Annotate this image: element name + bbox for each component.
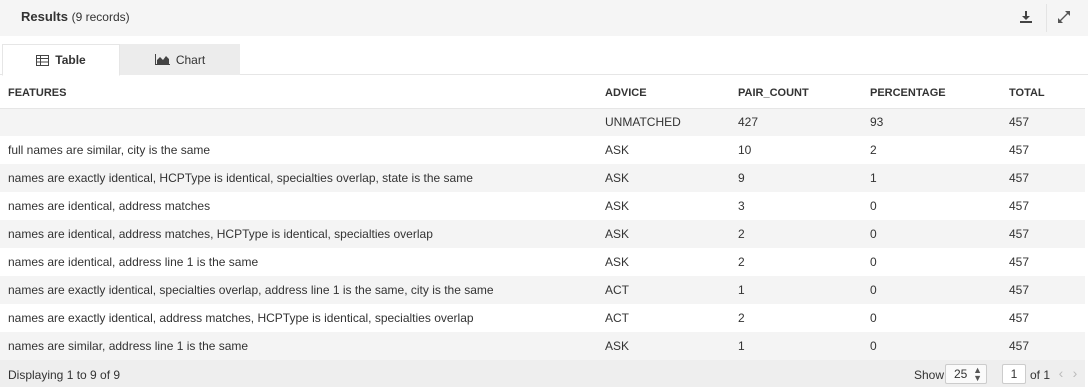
table-row: names are exactly identical, address mat…: [0, 304, 1085, 332]
previous-page-button[interactable]: ‹: [1055, 365, 1067, 383]
column-header-pair-count[interactable]: PAIR_COUNT: [732, 79, 864, 109]
cell-percentage: 0: [864, 248, 1003, 276]
cell-total: 457: [1003, 304, 1085, 332]
table-icon: [36, 54, 50, 66]
table-row: names are exactly identical, specialties…: [0, 276, 1085, 304]
chevron-right-icon: ›: [1072, 365, 1078, 381]
cell-advice: ASK: [601, 192, 732, 220]
cell-features: names are identical, address matches: [0, 192, 601, 220]
cell-pair-count: 10: [732, 136, 864, 164]
results-table: FEATURES ADVICE PAIR_COUNT PERCENTAGE TO…: [0, 79, 1085, 360]
cell-total: 457: [1003, 164, 1085, 192]
cell-pair-count: 427: [732, 108, 864, 136]
tab-table[interactable]: Table: [2, 44, 120, 76]
cell-pair-count: 1: [732, 276, 864, 304]
record-count: (9 records): [71, 10, 130, 24]
cell-total: 457: [1003, 108, 1085, 136]
cell-pair-count: 3: [732, 192, 864, 220]
cell-percentage: 0: [864, 220, 1003, 248]
cell-total: 457: [1003, 136, 1085, 164]
expand-icon: [1058, 11, 1070, 23]
table-row: names are exactly identical, HCPType is …: [0, 164, 1085, 192]
cell-total: 457: [1003, 192, 1085, 220]
cell-total: 457: [1003, 332, 1085, 360]
cell-features: [0, 108, 601, 136]
cell-percentage: 0: [864, 332, 1003, 360]
column-header-features[interactable]: FEATURES: [0, 79, 601, 109]
cell-pair-count: 9: [732, 164, 864, 192]
table-row: UNMATCHED 427 93 457: [0, 108, 1085, 136]
tab-chart-label: Chart: [175, 52, 206, 67]
cell-features: names are identical, address matches, HC…: [0, 220, 601, 248]
cell-advice: ACT: [601, 304, 732, 332]
cell-pair-count: 1: [732, 332, 864, 360]
cell-pair-count: 2: [732, 220, 864, 248]
cell-advice: ASK: [601, 136, 732, 164]
cell-percentage: 0: [864, 276, 1003, 304]
chevron-left-icon: ‹: [1058, 365, 1064, 381]
page-size-select[interactable]: 25 ▲ ▼: [945, 364, 987, 384]
cell-advice: ACT: [601, 276, 732, 304]
page-number-input[interactable]: 1: [1002, 364, 1026, 384]
cell-percentage: 0: [864, 192, 1003, 220]
cell-features: names are identical, address line 1 is t…: [0, 248, 601, 276]
cell-advice: ASK: [601, 332, 732, 360]
cell-percentage: 1: [864, 164, 1003, 192]
cell-features: names are exactly identical, specialties…: [0, 276, 601, 304]
expand-button[interactable]: [1049, 4, 1079, 30]
download-icon: [1020, 11, 1032, 23]
results-title-text: Results: [21, 9, 68, 24]
cell-features: names are exactly identical, HCPType is …: [0, 164, 601, 192]
cell-total: 457: [1003, 248, 1085, 276]
cell-advice: ASK: [601, 220, 732, 248]
cell-advice: ASK: [601, 248, 732, 276]
cell-percentage: 93: [864, 108, 1003, 136]
cell-total: 457: [1003, 220, 1085, 248]
column-header-advice[interactable]: ADVICE: [601, 79, 732, 109]
table-row: full names are similar, city is the same…: [0, 136, 1085, 164]
results-header: Results (9 records): [0, 0, 1088, 36]
page-total-label: of 1: [1030, 368, 1051, 382]
cell-total: 457: [1003, 276, 1085, 304]
cell-percentage: 2: [864, 136, 1003, 164]
show-label: Show: [914, 368, 945, 382]
cell-advice: UNMATCHED: [601, 108, 732, 136]
cell-percentage: 0: [864, 304, 1003, 332]
column-header-total[interactable]: TOTAL: [1003, 79, 1085, 109]
select-arrows-icon: ▲ ▼: [973, 365, 982, 383]
page-size-value: 25: [954, 367, 968, 381]
area-chart-icon: [154, 54, 170, 65]
table-header-row: FEATURES ADVICE PAIR_COUNT PERCENTAGE TO…: [0, 79, 1085, 109]
cell-features: full names are similar, city is the same: [0, 136, 601, 164]
tab-table-label: Table: [55, 53, 86, 67]
cell-features: names are exactly identical, address mat…: [0, 304, 601, 332]
table-row: names are identical, address matches, HC…: [0, 220, 1085, 248]
cell-pair-count: 2: [732, 304, 864, 332]
table-row: names are identical, address line 1 is t…: [0, 248, 1085, 276]
table-row: names are identical, address matches ASK…: [0, 192, 1085, 220]
cell-advice: ASK: [601, 164, 732, 192]
header-divider: [1046, 4, 1047, 32]
cell-pair-count: 2: [732, 248, 864, 276]
table-row: names are similar, address line 1 is the…: [0, 332, 1085, 360]
next-page-button[interactable]: ›: [1069, 365, 1081, 383]
cell-features: names are similar, address line 1 is the…: [0, 332, 601, 360]
results-title: Results (9 records): [21, 9, 130, 24]
displaying-text: Displaying 1 to 9 of 9: [8, 368, 121, 382]
column-header-percentage[interactable]: PERCENTAGE: [864, 79, 1003, 109]
pagination-footer: Displaying 1 to 9 of 9 Show 25 ▲ ▼ 1 of 1…: [0, 360, 1085, 387]
tab-chart[interactable]: Chart: [120, 44, 240, 75]
download-button[interactable]: [1011, 4, 1041, 30]
view-tabs: Table Chart: [0, 44, 1088, 76]
